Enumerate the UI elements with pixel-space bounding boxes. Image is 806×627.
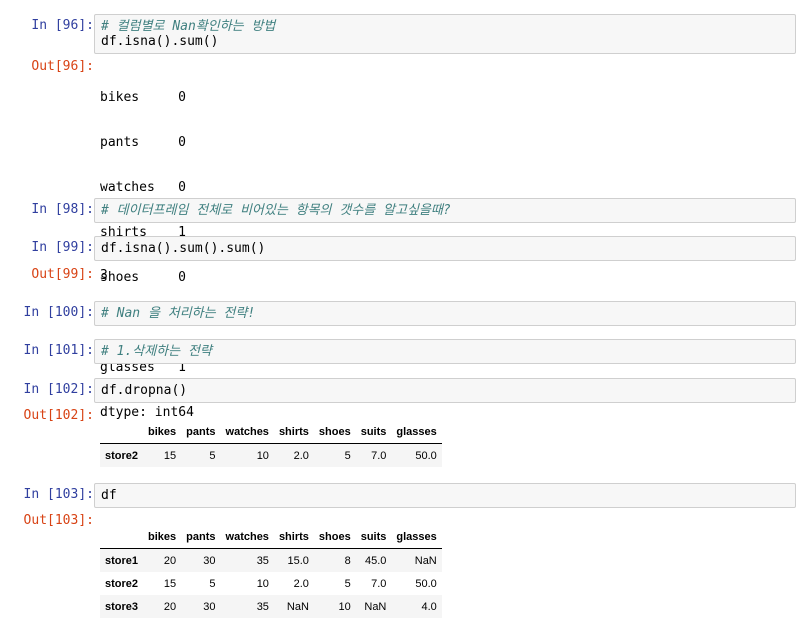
dataframe-output-102: bikes pants watches shirts shoes suits g… <box>100 420 442 467</box>
code-cell-102[interactable]: df.dropna() <box>94 378 796 403</box>
code-comment: # 1.삭제하는 전략 <box>101 344 212 359</box>
table-cell: 7.0 <box>371 449 387 462</box>
table-cell: 5 <box>209 577 216 590</box>
table-cell: 10 <box>256 577 269 590</box>
table-cell: 5 <box>209 449 216 462</box>
table-row: store1 20 30 35 15.0 8 45.0 NaN <box>100 548 442 572</box>
table-cell: 4.0 <box>421 600 437 613</box>
out-prompt-99: Out[99]: <box>31 267 94 282</box>
series-key: bikes <box>100 90 140 105</box>
code-cell-103[interactable]: df <box>94 483 796 508</box>
series-value: 0 <box>178 270 186 285</box>
column-header: bikes <box>143 420 182 444</box>
table-row: store3 20 30 35 NaN 10 NaN 4.0 <box>100 595 442 618</box>
table-cell: 8 <box>344 554 351 567</box>
column-header: watches <box>220 420 274 444</box>
series-value: 0 <box>178 135 186 150</box>
series-dtype: dtype: int64 <box>100 405 194 420</box>
row-index: store3 <box>105 600 139 613</box>
row-index: store2 <box>105 577 139 590</box>
column-header: shirts <box>273 420 314 444</box>
table-cell: 2.0 <box>293 449 309 462</box>
table-cell: 15 <box>163 449 177 462</box>
table-row: store2 15 5 10 2.0 5 7.0 50.0 <box>100 572 442 595</box>
column-header: glasses <box>391 420 442 444</box>
in-prompt-102: In [102]: <box>23 382 94 397</box>
out-prompt-96: Out[96]: <box>31 59 94 74</box>
code-comment: # Nan 을 처리하는 전략! <box>101 306 256 321</box>
column-header: glasses <box>391 525 442 549</box>
column-header: pants <box>181 420 221 444</box>
code-line: df.isna().sum() <box>101 34 219 49</box>
series-row: pants 0 <box>100 135 194 150</box>
table-cell: NaN <box>414 554 437 567</box>
table-cell: NaN <box>286 600 309 613</box>
table-cell: 10 <box>256 449 269 462</box>
table-cell: 5 <box>344 449 351 462</box>
table-cell: 7.0 <box>371 577 387 590</box>
table-row: store2 15 5 10 2.0 5 7.0 50.0 <box>100 443 442 467</box>
table-header-row: bikes pants watches shirts shoes suits g… <box>100 525 442 549</box>
table-cell: 10 <box>338 600 351 613</box>
table-cell: NaN <box>364 600 387 613</box>
column-header: pants <box>181 525 221 549</box>
series-row: shoes 0 <box>100 270 194 285</box>
series-row: watches 0 <box>100 180 194 195</box>
code-line: df.dropna() <box>101 383 188 398</box>
table-cell: 15.0 <box>287 554 309 567</box>
series-key: shoes <box>100 270 140 285</box>
column-header: shirts <box>273 525 314 549</box>
table-cell: 50.0 <box>415 449 437 462</box>
code-comment: # 데이터프레임 전체로 비어있는 항목의 갯수를 알고싶을때? <box>101 203 451 218</box>
series-key: pants <box>100 135 140 150</box>
out-prompt-103: Out[103]: <box>23 513 94 528</box>
code-cell-100[interactable]: # Nan 을 처리하는 전략! <box>94 301 796 326</box>
code-cell-99[interactable]: df.isna().sum().sum() <box>94 236 796 261</box>
table-cell: 5 <box>344 577 351 590</box>
code-cell-96[interactable]: # 컬럼별로 Nan확인하는 방법 df.isna().sum() <box>94 14 796 54</box>
in-prompt-99: In [99]: <box>31 240 94 255</box>
code-line: df.isna().sum().sum() <box>101 241 266 256</box>
output-99: 3 <box>100 268 108 283</box>
series-value: 0 <box>178 180 186 195</box>
column-header <box>100 525 144 549</box>
dataframe-output-103: bikes pants watches shirts shoes suits g… <box>100 525 442 618</box>
table-cell: 15 <box>163 577 177 590</box>
table-cell: 50.0 <box>415 577 437 590</box>
column-header: shoes <box>313 525 356 549</box>
in-prompt-98: In [98]: <box>31 202 94 217</box>
code-line: df <box>101 488 117 503</box>
table-cell: 2.0 <box>293 577 309 590</box>
series-key: watches <box>100 180 155 195</box>
series-row: bikes 0 <box>100 90 194 105</box>
table-cell: 35 <box>256 600 269 613</box>
in-prompt-103: In [103]: <box>23 487 94 502</box>
column-header: shoes <box>313 420 356 444</box>
column-header: bikes <box>143 525 182 549</box>
row-index: store2 <box>105 449 139 462</box>
code-comment: # 컬럼별로 Nan확인하는 방법 <box>101 19 276 34</box>
table-cell: 20 <box>163 600 177 613</box>
column-header <box>100 420 144 444</box>
code-cell-98[interactable]: # 데이터프레임 전체로 비어있는 항목의 갯수를 알고싶을때? <box>94 198 796 223</box>
series-value: 0 <box>178 90 186 105</box>
column-header: suits <box>355 525 392 549</box>
table-cell: 45.0 <box>364 554 387 567</box>
column-header: watches <box>220 525 274 549</box>
table-cell: 20 <box>163 554 177 567</box>
row-index: store1 <box>105 554 139 567</box>
table-cell: 30 <box>203 600 216 613</box>
in-prompt-96: In [96]: <box>31 18 94 33</box>
table-cell: 30 <box>203 554 216 567</box>
code-cell-101[interactable]: # 1.삭제하는 전략 <box>94 339 796 364</box>
table-cell: 35 <box>256 554 269 567</box>
in-prompt-101: In [101]: <box>23 343 94 358</box>
column-header: suits <box>355 420 392 444</box>
out-prompt-102: Out[102]: <box>23 408 94 423</box>
table-header-row: bikes pants watches shirts shoes suits g… <box>100 420 442 444</box>
in-prompt-100: In [100]: <box>23 305 94 320</box>
